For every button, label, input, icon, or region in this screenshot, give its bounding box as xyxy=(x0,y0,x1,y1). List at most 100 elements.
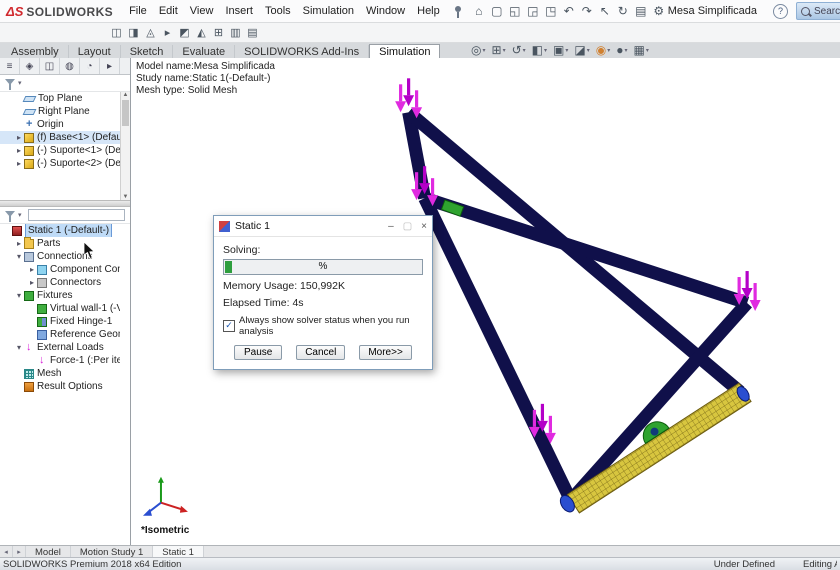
configurationmanager-tab-icon[interactable]: ◫ xyxy=(40,58,60,74)
feature-tree-item[interactable]: ▸ (-) Suporte<2> (Default<<D xyxy=(0,157,120,170)
displaymanager-tab-icon[interactable]: ◔ xyxy=(80,58,100,74)
chevron-down-icon[interactable]: ▾ xyxy=(18,79,22,87)
close-icon[interactable]: × xyxy=(421,221,427,232)
chevron-down-icon[interactable]: ▾ xyxy=(18,211,22,219)
print-icon[interactable]: ◳ xyxy=(542,3,560,19)
report-icon[interactable]: ▤ xyxy=(244,25,261,40)
expand-arrow-icon[interactable]: ▾ xyxy=(15,289,23,302)
always-show-checkbox[interactable]: ✓ xyxy=(223,320,235,332)
menu-item[interactable]: View xyxy=(184,3,220,19)
run-analysis-icon[interactable]: ▸ xyxy=(159,25,176,40)
study-tree-item[interactable]: Virtual wall-1 (-Virtual Wa xyxy=(0,302,120,315)
filter-input[interactable] xyxy=(28,209,125,221)
more-button[interactable]: More>> xyxy=(359,345,411,360)
chevron-down-icon[interactable]: ▾ xyxy=(587,47,590,54)
expand-arrow-icon[interactable]: ▸ xyxy=(15,157,23,170)
chevron-down-icon[interactable]: ▾ xyxy=(565,47,568,54)
study-tree-root[interactable]: Static 1 (-Default-) xyxy=(0,224,130,237)
feature-tree-item[interactable]: ▸ (f) Base<1> (Default) xyxy=(0,131,120,144)
file-properties-icon[interactable]: ▤ xyxy=(632,3,650,19)
expand-arrow-icon[interactable]: ▸ xyxy=(15,237,23,250)
feature-tree-item[interactable]: ▸ (-) Suporte<1> (Default<<D xyxy=(0,144,120,157)
expand-arrow-icon[interactable]: ▸ xyxy=(28,276,36,289)
study-tree-item[interactable]: ▸ Parts xyxy=(0,237,120,250)
filter-icon[interactable] xyxy=(5,211,15,217)
feature-tree-item[interactable]: Top Plane xyxy=(0,92,120,105)
results-advisor-icon[interactable]: ◩ xyxy=(176,25,193,40)
expand-arrow-icon[interactable]: ▸ xyxy=(15,144,23,157)
apply-material-icon[interactable]: ◨ xyxy=(125,25,142,40)
chevron-down-icon[interactable]: ▾ xyxy=(503,47,506,54)
feature-tree-item[interactable]: Origin xyxy=(0,118,120,131)
edit-appearance-icon[interactable]: ●▾ xyxy=(616,43,627,57)
panel-splitter[interactable] xyxy=(0,200,130,207)
filter-icon[interactable] xyxy=(5,79,15,85)
menu-item[interactable]: Window xyxy=(360,3,411,19)
select-icon[interactable]: ↖ xyxy=(596,3,614,19)
home-icon[interactable]: ⌂ xyxy=(470,3,488,19)
chevron-down-icon[interactable]: ▾ xyxy=(624,47,627,54)
compare-results-icon[interactable]: ⊞ xyxy=(210,25,227,40)
expand-arrow-icon[interactable]: ▸ xyxy=(28,263,36,276)
menu-item[interactable]: Tools xyxy=(259,3,297,19)
minimize-icon[interactable]: – xyxy=(388,221,394,232)
featuremanager-tab-icon[interactable]: ≡ xyxy=(0,58,20,74)
deformed-result-icon[interactable]: ◭ xyxy=(193,25,210,40)
study-tree-item[interactable]: ▾ External Loads xyxy=(0,341,120,354)
section-view-icon[interactable]: ◧▾ xyxy=(532,43,547,57)
study-tree-item[interactable]: Mesh xyxy=(0,367,120,380)
plot-tools-icon[interactable]: ▥ xyxy=(227,25,244,40)
feature-tree-item[interactable]: Right Plane xyxy=(0,105,120,118)
expand-arrow-icon[interactable]: ▾ xyxy=(15,341,23,354)
menu-item[interactable]: Simulation xyxy=(297,3,360,19)
options-gear-icon[interactable]: ⚙ xyxy=(650,3,668,19)
view-orientation-icon[interactable]: ▣▾ xyxy=(553,43,568,57)
study-tree-item[interactable]: Result Options xyxy=(0,380,120,393)
scrollbar-thumb[interactable] xyxy=(122,100,129,126)
open-document-icon[interactable]: ◱ xyxy=(506,3,524,19)
zoom-fit-icon[interactable]: ◎▾ xyxy=(471,43,486,57)
previous-view-icon[interactable]: ↺▾ xyxy=(512,43,526,57)
search-box[interactable]: Search S... ▾ xyxy=(796,2,840,20)
menu-item[interactable]: Edit xyxy=(153,3,184,19)
undo-icon[interactable]: ↶ xyxy=(560,3,578,19)
study-tree-item[interactable]: ▾ Fixtures xyxy=(0,289,120,302)
pause-button[interactable]: Pause xyxy=(234,345,282,360)
menu-item[interactable]: Insert xyxy=(219,3,259,19)
pin-menu-icon[interactable] xyxy=(453,5,463,18)
study-tree-item[interactable]: Fixed Hinge-1 xyxy=(0,315,120,328)
simulation-advisor-icon[interactable]: ◬ xyxy=(142,25,159,40)
scroll-down-icon[interactable]: ▼ xyxy=(123,194,129,200)
study-tree-item[interactable]: Force-1 (:Per item: -125 kg xyxy=(0,354,120,367)
study-tree-item[interactable]: ▸ Connectors xyxy=(0,276,120,289)
chevron-down-icon[interactable]: ▾ xyxy=(482,47,485,54)
display-style-icon[interactable]: ◪▾ xyxy=(574,43,589,57)
chevron-down-icon[interactable]: ▾ xyxy=(544,47,547,54)
redo-icon[interactable]: ↷ xyxy=(578,3,596,19)
menu-item[interactable]: Help xyxy=(411,3,446,19)
propertymanager-tab-icon[interactable]: ◈ xyxy=(20,58,40,74)
help-icon[interactable]: ? xyxy=(773,4,788,19)
zoom-area-icon[interactable]: ⊞▾ xyxy=(492,43,506,57)
chevron-down-icon[interactable]: ▾ xyxy=(523,47,526,54)
study-tree-item[interactable]: ▸ Component Contacts xyxy=(0,263,120,276)
chevron-down-icon[interactable]: ▾ xyxy=(607,47,610,54)
tree-scrollbar[interactable]: ▲ ▼ xyxy=(120,92,130,200)
view-settings-icon[interactable]: ▦▾ xyxy=(634,43,649,57)
study-tree-item[interactable]: ▾ Connections xyxy=(0,250,120,263)
dimxpert-tab-icon[interactable]: ◍ xyxy=(60,58,80,74)
expand-arrow-icon[interactable]: ▸ xyxy=(15,131,23,144)
rebuild-icon[interactable]: ↻ xyxy=(614,3,632,19)
study-tree-item[interactable]: Reference Geometry-1 (:0 xyxy=(0,328,120,341)
expand-pane-icon[interactable]: ▸ xyxy=(100,58,120,74)
chevron-down-icon[interactable]: ▾ xyxy=(646,47,649,54)
dialog-title-bar[interactable]: Static 1 – ▢ × xyxy=(214,216,432,237)
menu-item[interactable]: File xyxy=(123,3,153,19)
save-icon[interactable]: ◲ xyxy=(524,3,542,19)
hide-show-icon[interactable]: ◉▾ xyxy=(596,43,611,57)
cancel-button[interactable]: Cancel xyxy=(296,345,345,360)
new-document-icon[interactable]: ▢ xyxy=(488,3,506,19)
new-study-icon[interactable]: ◫ xyxy=(108,25,125,40)
scroll-up-icon[interactable]: ▲ xyxy=(123,92,129,98)
expand-arrow-icon[interactable]: ▾ xyxy=(15,250,23,263)
